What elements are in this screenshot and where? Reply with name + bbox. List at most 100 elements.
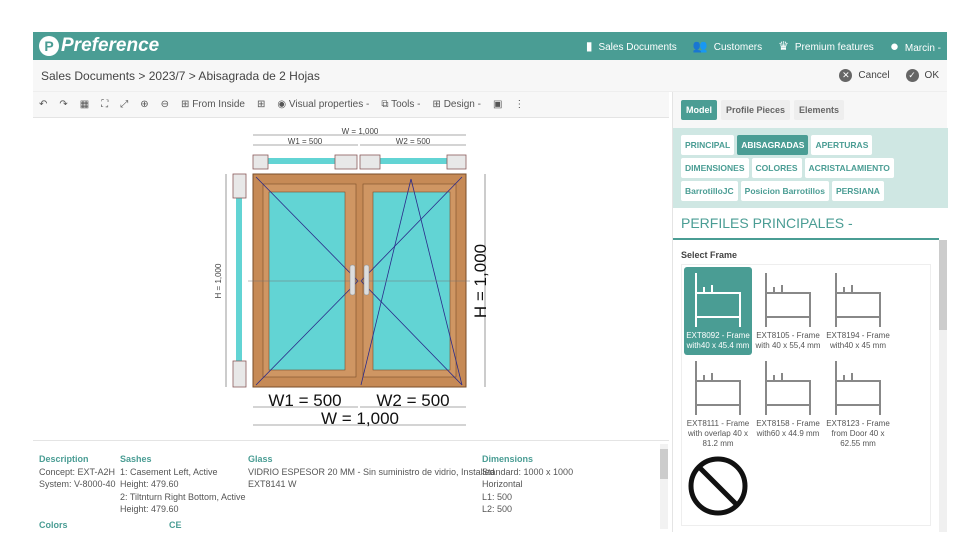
frame-option[interactable]: EXT8123 - Frame from Door 40 x 62.55 mm <box>824 355 892 453</box>
visual-properties-label: Visual properties - <box>288 99 370 110</box>
tools-button[interactable]: ⧉ Tools - <box>381 99 420 110</box>
drawing-canvas[interactable]: W = 1,000 W1 = 500 W2 = 500 H = 1,000 W1… <box>33 118 669 440</box>
nav-label: Marcin - <box>904 42 941 54</box>
app: P Preference ▮ Sales Documents 👥 Customers … <box>33 32 948 532</box>
frame-option[interactable]: EXT8111 - Frame with overlap 40 x 81.2 m… <box>684 355 752 453</box>
ce-title: CE <box>169 520 182 530</box>
document-icon: ▮ <box>585 39 593 53</box>
breadcrumb-bar: Sales Documents > 2023/7 > Abisagrada de… <box>33 60 947 92</box>
tools-icon: ⧉ <box>381 99 392 110</box>
nav-label: Customers <box>713 42 763 53</box>
section-header[interactable]: PERFILES PRINCIPALES - <box>673 208 939 240</box>
window-view-icon: ⊞ <box>181 99 193 110</box>
zoom-out-icon[interactable]: ⊖ <box>161 99 169 110</box>
details-scrollbar[interactable] <box>660 444 668 529</box>
tab-profile-pieces[interactable]: Profile Pieces <box>721 100 791 120</box>
glass-title: Glass <box>248 454 273 464</box>
design-icon: ⊞ <box>432 99 444 110</box>
group-acristalamiento[interactable]: ACRISTALAMIENTO <box>804 158 894 178</box>
select-frame-label: Select Frame <box>681 250 738 260</box>
details-panel: Description Concept: EXT-A2H System: V-800… <box>33 440 669 532</box>
design-button[interactable]: ⊞ Design - <box>433 99 481 110</box>
breadcrumb[interactable]: Sales Documents > 2023/7 > Abisagrada de… <box>41 69 320 83</box>
ce-col: CE <box>169 519 182 532</box>
frame-option[interactable]: EXT8158 - Frame with60 x 44.9 mm <box>754 355 822 453</box>
group-abisagradas[interactable]: ABISAGRADAS <box>737 135 809 155</box>
frame-option[interactable]: EXT8105 - Frame with 40 x 55,4 mm <box>754 267 822 355</box>
profile-icon <box>835 361 881 415</box>
tab-model[interactable]: Model <box>681 100 717 120</box>
dim-w2-small: W2 = 500 <box>396 137 431 146</box>
group-persiana[interactable]: PERSIANA <box>831 181 884 201</box>
visual-properties-button[interactable]: ◉ Visual properties - <box>277 99 369 110</box>
profile-icon <box>695 361 741 415</box>
more-icon[interactable]: ⋮ <box>514 99 524 110</box>
logo[interactable]: P Preference <box>39 35 159 57</box>
grid-view-icon[interactable]: ▦ <box>80 99 89 110</box>
tab-elements[interactable]: Elements <box>794 100 845 120</box>
dim-w2: W2 = 500 <box>376 391 449 410</box>
group-aperturas[interactable]: APERTURAS <box>811 135 873 155</box>
undo-icon[interactable]: ↶ <box>39 99 47 110</box>
from-inside-button[interactable]: ⊞ From Inside <box>181 99 245 110</box>
nav-label: Premium features <box>794 42 874 53</box>
image-icon[interactable]: ▣ <box>493 99 502 110</box>
tools-label: Tools - <box>391 99 421 110</box>
group-barrotillojc[interactable]: BarrotilloJC <box>681 181 738 201</box>
customers-icon: 👥 <box>692 39 708 53</box>
from-inside-label: From Inside <box>192 99 245 110</box>
frame-label: EXT8111 - Frame with overlap 40 x 81.2 m… <box>686 419 750 448</box>
dim-line: L2: 500 <box>482 504 513 514</box>
group-principal[interactable]: PRINCIPAL <box>681 135 735 155</box>
glass-line: VIDRIO ESPESOR 20 MM - Sin suministro de… <box>248 466 495 477</box>
description-col: Description Concept: EXT-A2H System: V-800… <box>39 453 116 491</box>
dim-w1: W1 = 500 <box>268 391 341 410</box>
cancel-label: Cancel <box>858 70 890 81</box>
dim-h-small: H = 1,000 <box>214 263 223 298</box>
dim-line: Standard: 1000 x 1000 <box>482 466 574 477</box>
group-dimensiones[interactable]: DIMENSIONES <box>681 158 749 178</box>
table-icon[interactable]: ⊞ <box>257 99 265 110</box>
nav-customers[interactable]: 👥 Customers <box>693 39 762 53</box>
colors-col: Colors <box>39 519 68 532</box>
sash-line: 2: Tiltnturn Right Bottom, Active <box>120 491 246 502</box>
dimensions-col: Dimensions Standard: 1000 x 1000 Horizonta… <box>482 453 573 516</box>
cancel-button[interactable]: ✕ Cancel <box>839 69 890 82</box>
sashes-col: Sashes 1: Casement Left, Active Height: 47… <box>120 453 246 516</box>
group-colores[interactable]: COLORES <box>751 158 802 178</box>
frame-option[interactable]: EXT8092 - Frame with40 x 45.4 mm <box>684 267 752 355</box>
fit-icon[interactable]: ⤢ <box>120 99 128 110</box>
focus-icon[interactable]: ⛶ <box>101 99 108 110</box>
nav-user-menu[interactable]: ● Marcin - <box>890 38 941 55</box>
dim-line: Horizontal <box>482 479 523 489</box>
dim-line: L1: 500 <box>482 491 513 502</box>
system: System: V-8000-40 <box>39 479 116 489</box>
sashes-title: Sashes <box>120 454 152 464</box>
window-drawing: W = 1,000 W1 = 500 W2 = 500 H = 1,000 W1… <box>214 127 490 428</box>
frame-label: EXT8092 - Frame with40 x 45.4 mm <box>686 331 750 350</box>
nav-premium[interactable]: ♛ Premium features <box>778 39 874 53</box>
logo-text: Preference <box>61 35 160 56</box>
frame-option[interactable]: EXT8194 - Frame with40 x 45 mm <box>824 267 892 355</box>
check-icon: ✓ <box>905 69 919 82</box>
redo-icon[interactable]: ↷ <box>59 99 67 110</box>
group-posicion-barrotillos[interactable]: Posicion Barrotillos <box>740 181 829 201</box>
nav-sales-documents[interactable]: ▮ Sales Documents <box>586 39 677 53</box>
none-icon <box>688 456 748 516</box>
frame-options: EXT8092 - Frame with40 x 45.4 mm EXT8105 … <box>681 264 931 526</box>
glass-line: EXT8141 W <box>248 479 297 489</box>
dimensions-title: Dimensions <box>482 454 534 464</box>
zoom-in-icon[interactable]: ⊕ <box>140 99 148 110</box>
frame-label: EXT8194 - Frame with40 x 45 mm <box>826 331 890 350</box>
design-label: Design - <box>443 99 481 110</box>
ok-label: OK <box>924 70 939 81</box>
handle-right <box>363 264 370 296</box>
side-section <box>236 196 242 364</box>
ok-button[interactable]: ✓ OK <box>905 69 939 82</box>
panel-scrollbar[interactable] <box>939 240 947 532</box>
profile-icon <box>765 361 811 415</box>
profile-icon <box>695 273 741 327</box>
config-panel: Model Profile Pieces Elements PRINCIPAL … <box>672 92 948 532</box>
group-tabs: PRINCIPAL ABISAGRADAS APERTURAS DIMENSIO… <box>673 128 948 208</box>
no-frame-option[interactable] <box>684 453 752 523</box>
